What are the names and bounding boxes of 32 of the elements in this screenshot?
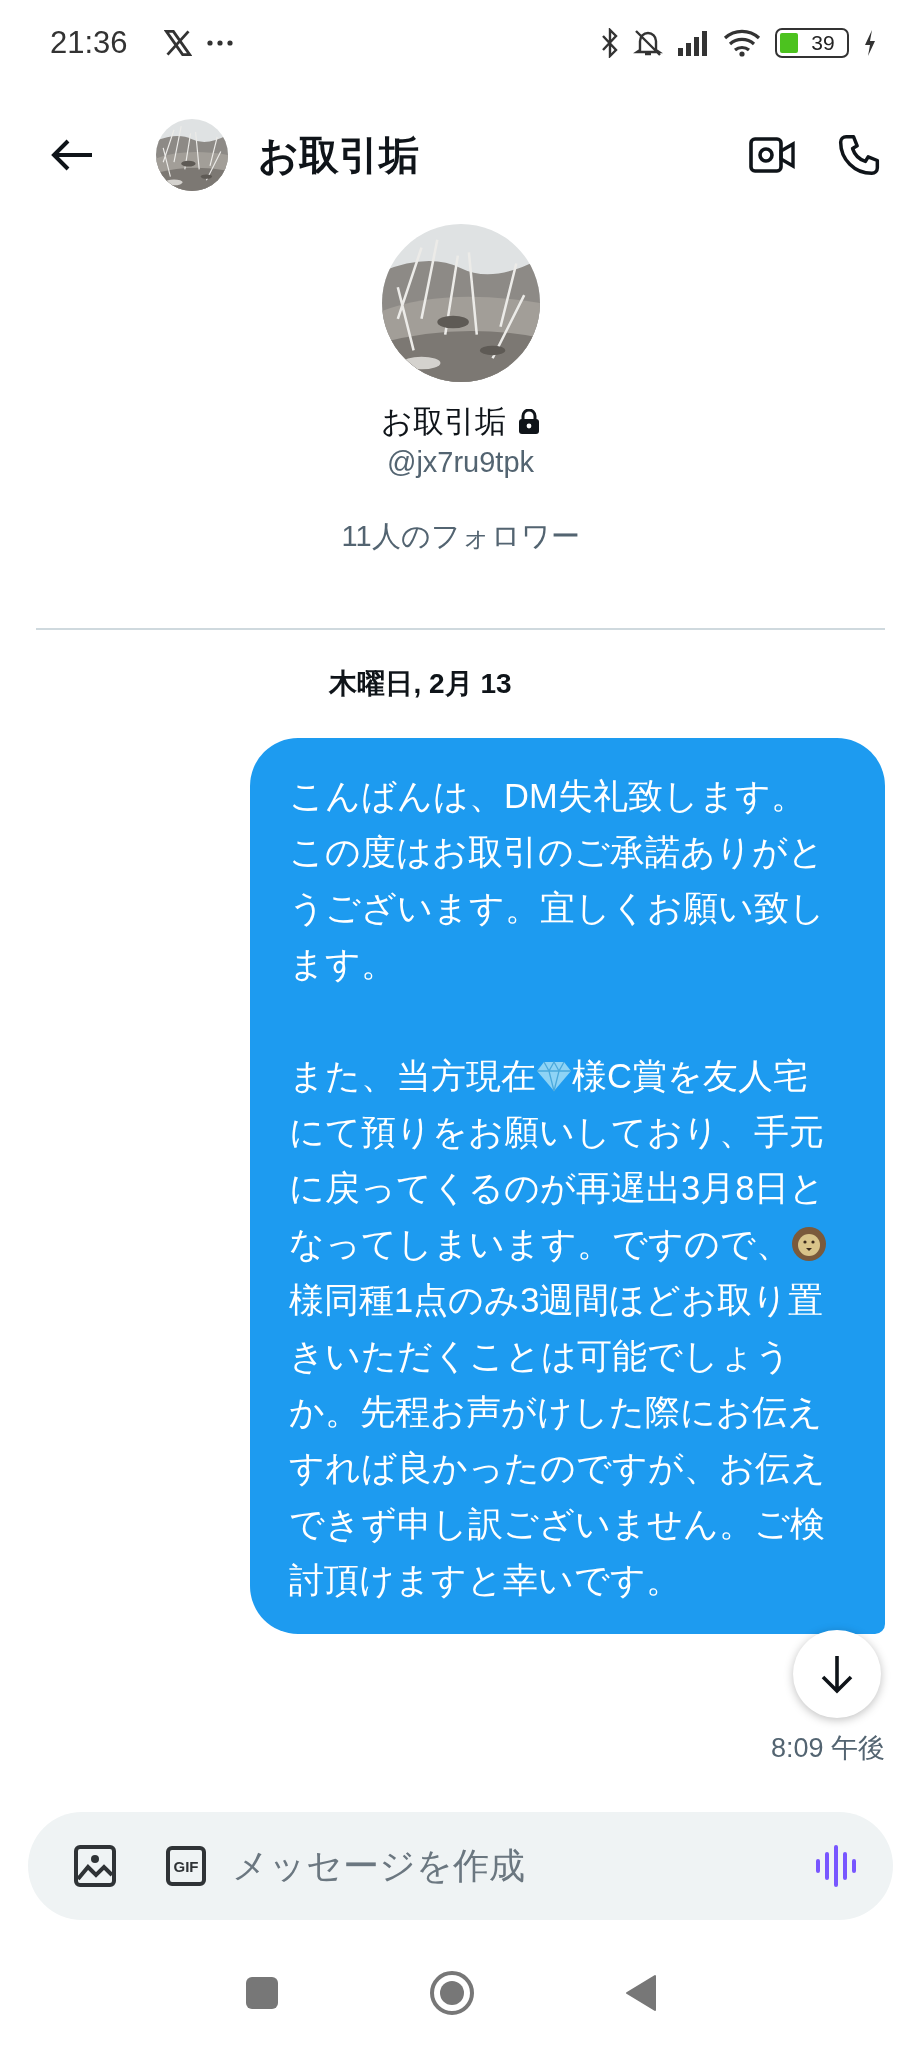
gem-icon: [536, 1060, 572, 1092]
back-button[interactable]: [50, 138, 94, 172]
battery-icon: 39: [775, 28, 849, 58]
status-time: 21:36: [50, 25, 128, 61]
date-divider: 木曜日, 2月 13: [329, 667, 512, 701]
message-input[interactable]: メッセージを作成: [230, 1844, 815, 1888]
message-composer[interactable]: GIF メッセージを作成: [28, 1812, 893, 1920]
back-nav-button[interactable]: [624, 1974, 657, 2012]
voice-message-button[interactable]: [815, 1844, 857, 1888]
lion-icon: [791, 1226, 827, 1262]
message-time: 8:09 午後: [770, 1732, 885, 1765]
phone-call-button[interactable]: [837, 133, 881, 177]
recents-button[interactable]: [244, 1976, 279, 2010]
charging-icon: [863, 29, 877, 57]
gif-button[interactable]: GIF: [166, 1846, 206, 1886]
arrow-down-icon: [819, 1654, 855, 1694]
bluetooth-icon: [601, 28, 619, 58]
signal-icon: [677, 30, 709, 56]
chat-title: お取引垢: [258, 131, 420, 179]
profile-handle: @jx7ru9tpk: [386, 445, 535, 480]
profile-name: お取引垢: [381, 403, 506, 441]
wifi-icon: [723, 29, 761, 57]
x-logo-icon: [163, 30, 192, 56]
home-button[interactable]: [428, 1970, 475, 2016]
message-text: こんばんは、DM失礼致します。この度はお取引のご承諾ありがとうございます。宜しくお願い致します。: [289, 776, 826, 985]
bell-off-icon: [633, 28, 663, 58]
follower-count: 11人のフォロワー: [341, 519, 580, 554]
image-button[interactable]: [74, 1845, 116, 1887]
scroll-down-button[interactable]: [793, 1630, 881, 1718]
video-call-button[interactable]: [749, 135, 795, 175]
more-icon: [205, 39, 234, 47]
message-text: また、当方現在 様C賞を友人宅にて預りをお願いしており、手元に戻ってくるのが再遅出3月8日となってしまいます。ですので、 様同種1点のみ3週間ほどお取り置きいただくことは可能でしょうか。先程お声がけした際にお伝えすれば良かったのですが、お伝えできず申し訳ございません。ご検討頂けますと幸いです。: [289, 1056, 828, 1601]
